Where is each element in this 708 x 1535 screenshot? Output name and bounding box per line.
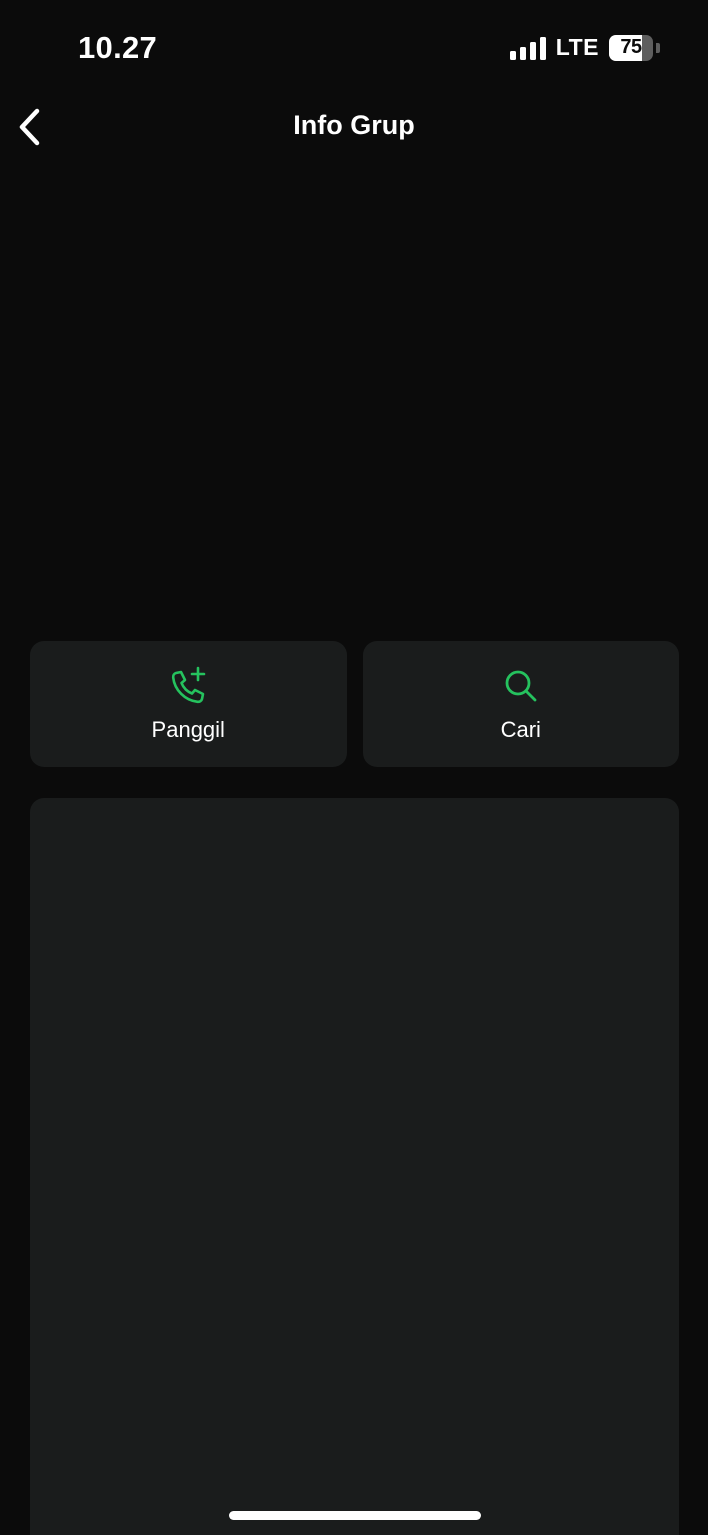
network-type: LTE <box>555 34 599 60</box>
battery-icon: 75 <box>609 34 653 61</box>
call-button[interactable]: Panggil <box>30 641 347 767</box>
battery-level: 75 <box>620 36 642 58</box>
search-icon <box>500 665 542 707</box>
status-time: 10.27 <box>78 30 158 65</box>
search-button-label: Cari <box>500 717 541 742</box>
page-title: Info Grup <box>293 110 415 140</box>
signal-icon <box>509 36 546 60</box>
group-info-screen: 10.27 LTE 75 Info Grup Panggil Cari <box>0 0 708 1535</box>
status-bar: 10.27 LTE 75 <box>0 0 708 96</box>
status-indicators: LTE 75 <box>509 34 660 61</box>
navigation-bar: Info Grup <box>0 96 708 160</box>
search-button[interactable]: Cari <box>362 641 679 767</box>
phone-add-icon <box>167 665 209 707</box>
battery-tip <box>656 42 660 53</box>
call-button-label: Panggil <box>151 717 225 742</box>
home-indicator <box>229 1511 481 1520</box>
group-details-panel <box>30 798 679 1535</box>
group-actions: Panggil Cari <box>30 641 679 767</box>
